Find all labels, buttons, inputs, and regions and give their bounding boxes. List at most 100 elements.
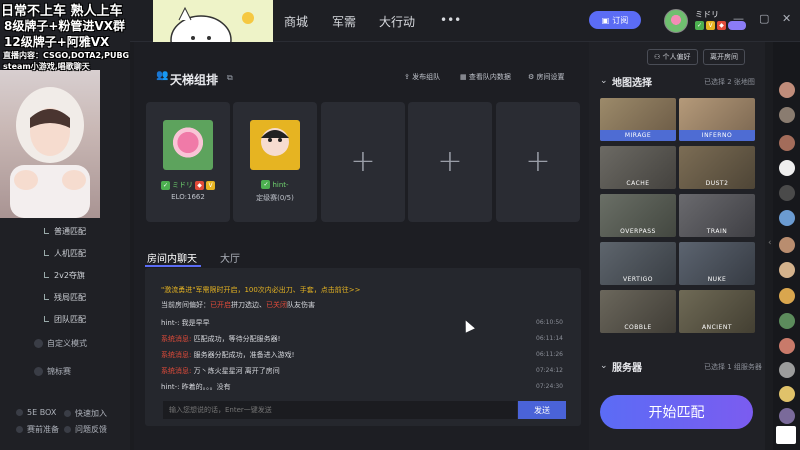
box-icon <box>16 409 23 416</box>
nav-more-icon[interactable]: ••• <box>440 13 461 27</box>
chat-message: 系统消息: 服务器分配成功，准备进入游戏! <box>161 351 295 359</box>
empty-slot-3[interactable]: + <box>321 102 405 222</box>
friend-avatar[interactable] <box>779 135 795 151</box>
sidebar-item-tournament[interactable]: 锦标赛 <box>34 366 71 377</box>
map-tile-nuke[interactable]: NUKE <box>679 242 755 285</box>
maximize-icon[interactable]: ▢ <box>759 12 769 25</box>
friend-avatar[interactable] <box>779 107 795 123</box>
chat-bubble-icon[interactable] <box>776 426 796 444</box>
trophy-icon <box>34 367 43 376</box>
server-section-title: 服务器 <box>612 363 642 374</box>
leave-room-button[interactable]: 离开房间 <box>703 49 745 65</box>
member-slot-2[interactable]: ✓ hint- 定级赛(0/5) <box>233 102 317 222</box>
friend-avatar[interactable] <box>779 408 795 424</box>
branch-icon <box>44 294 49 300</box>
vip-badge-icon: V <box>706 21 715 30</box>
member-slot-1[interactable]: ✓ ミドリ ◆ V ELO:1662 <box>146 102 230 222</box>
room-settings-button[interactable]: ⚙ 房间设置 <box>528 72 565 82</box>
subscribe-button[interactable]: ▣ 订阅 <box>589 11 641 29</box>
copy-icon[interactable]: ⧉ <box>227 73 233 83</box>
subscribe-icon: ▣ <box>601 15 610 25</box>
collapse-chevron-icon[interactable]: ⌄ <box>600 361 608 371</box>
friend-avatar[interactable] <box>779 262 795 278</box>
sidebar-item-bot[interactable]: 人机匹配 <box>44 248 86 259</box>
match-prep-link[interactable]: 赛前准备 <box>16 424 59 435</box>
start-match-button[interactable]: 开始匹配 <box>600 395 753 429</box>
friend-avatar[interactable] <box>779 237 795 253</box>
username: ミドリ <box>695 10 719 19</box>
chat-timestamp: 06:11:26 <box>536 351 563 358</box>
chat-input[interactable] <box>163 401 517 419</box>
map-selected-count: 已选择 2 张地图 <box>704 78 755 86</box>
member-elo: ELO:1662 <box>171 193 205 201</box>
quick-join-link[interactable]: 快速加入 <box>64 408 107 419</box>
nav-operation[interactable]: 大行动 <box>379 13 415 30</box>
overlay-line-3: 12级牌子+阿雅VX <box>4 35 110 49</box>
friend-avatar[interactable] <box>779 386 795 402</box>
map-tile-inferno[interactable]: INFERNO <box>679 98 755 141</box>
chat-timestamp: 07:24:12 <box>536 367 563 374</box>
tab-room-chat[interactable]: 房间内聊天 <box>147 250 197 265</box>
chat-timestamp: 06:11:14 <box>536 335 563 342</box>
map-tile-cache[interactable]: CACHE <box>600 146 676 189</box>
empty-slot-5[interactable]: + <box>496 102 580 222</box>
branch-icon <box>44 272 49 278</box>
personal-pref-button[interactable]: ⚇ 个人偏好 <box>647 49 698 65</box>
tab-hall[interactable]: 大厅 <box>220 250 240 265</box>
branch-icon <box>44 228 49 234</box>
chat-message: 系统消息: 万丶炼火星星河 离开了房间 <box>161 367 280 375</box>
sidebar-item-custom[interactable]: 自定义模式 <box>34 338 87 349</box>
member-name-row: ✓ ミドリ ◆ V <box>146 180 230 190</box>
shield-badge-icon: ◆ <box>195 180 204 190</box>
map-tile-overpass[interactable]: OVERPASS <box>600 194 676 237</box>
add-icon: + <box>350 144 376 179</box>
friend-avatar[interactable] <box>779 313 795 329</box>
close-icon[interactable]: ✕ <box>782 12 791 25</box>
friend-avatar[interactable] <box>779 362 795 378</box>
nav-shop[interactable]: 商城 <box>284 13 308 30</box>
member-avatar-lotus <box>163 120 213 170</box>
minimize-icon[interactable]: — <box>733 12 744 25</box>
sidebar-item-normal[interactable]: 普通匹配 <box>44 226 86 237</box>
overlay-line-4: 直播内容：CSGO,DOTA2,PUBG <box>3 51 130 60</box>
sidebar-item-2v2[interactable]: 2v2夺旗 <box>44 270 85 281</box>
streamer-figure <box>10 87 90 218</box>
map-tile-mirage[interactable]: MIRAGE <box>600 98 676 141</box>
add-icon: + <box>437 144 463 179</box>
sidebar-item-endgame[interactable]: 残局匹配 <box>44 292 86 303</box>
team-icon: 👥 <box>156 70 169 81</box>
chat-message: 系统消息: 匹配成功，等待分配服务器! <box>161 335 281 343</box>
friend-avatar[interactable] <box>779 185 795 201</box>
team-data-button[interactable]: ▦ 查看队内数据 <box>460 72 511 82</box>
collapse-chevron-icon[interactable]: ⌄ <box>600 76 608 86</box>
chat-preference-line: 当前房间偏好：已开启拼刀选边、已关闭队友伤害 <box>161 301 315 309</box>
friend-avatar[interactable] <box>779 210 795 226</box>
user-avatar[interactable] <box>664 9 688 33</box>
chat-timestamp: 07:24:30 <box>536 383 563 390</box>
expand-arrow-icon[interactable]: ‹ <box>768 238 772 248</box>
member-name: ミドリ <box>172 181 193 189</box>
feedback-link[interactable]: 问题反馈 <box>64 424 107 435</box>
publish-team-button[interactable]: ⇪ 发布组队 <box>404 72 440 82</box>
map-tile-dust2[interactable]: DUST2 <box>679 146 755 189</box>
map-tile-cobble[interactable]: COBBLE <box>600 290 676 333</box>
chat-banner-link[interactable]: "激流勇进"军需限时开启，100次内必出刀、手套，点击前往>> <box>161 285 361 295</box>
friend-avatar[interactable] <box>779 288 795 304</box>
streamer-webcam <box>0 70 100 218</box>
map-tile-ancient[interactable]: ANCIENT <box>679 290 755 333</box>
add-icon: + <box>525 144 551 179</box>
branch-icon <box>44 250 49 256</box>
friend-avatar[interactable] <box>779 338 795 354</box>
member-rank-status: 定级赛(0/5) <box>256 194 294 202</box>
map-tile-vertigo[interactable]: VERTIGO <box>600 242 676 285</box>
send-button[interactable]: 发送 <box>518 401 566 419</box>
map-tile-train[interactable]: TRAIN <box>679 194 755 237</box>
friend-avatar[interactable] <box>779 82 795 98</box>
nav-armory[interactable]: 军需 <box>332 13 356 30</box>
map-section-title: 地图选择 <box>612 78 652 89</box>
friend-avatar[interactable] <box>779 160 795 176</box>
sidebar-item-team[interactable]: 团队匹配 <box>44 314 86 325</box>
se-box-link[interactable]: 5E BOX <box>16 408 56 417</box>
empty-slot-4[interactable]: + <box>408 102 492 222</box>
verified-badge-icon: ✓ <box>161 180 170 190</box>
